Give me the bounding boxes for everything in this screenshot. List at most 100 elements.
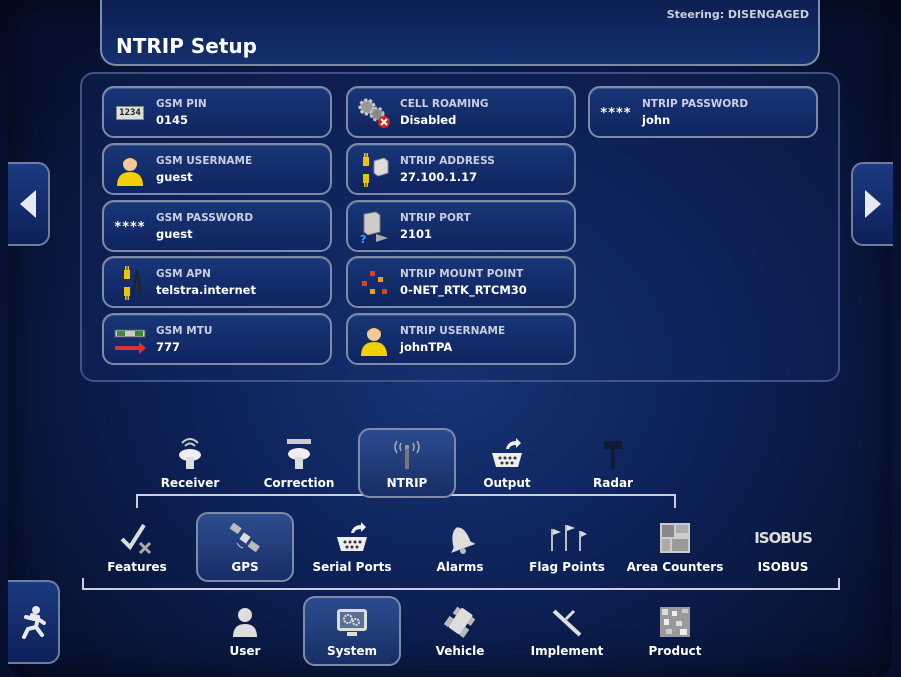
gsm-username-label: GSM USERNAME [156,155,253,167]
password-mask-icon: **** [114,219,146,235]
ntrip-username-label: NTRIP USERNAME [400,325,506,337]
tab-radar-label: Radar [593,476,633,490]
running-man-icon [22,606,46,639]
isobus-logo-icon: ISOBUS [754,529,813,547]
user-silhouette-icon [231,604,259,640]
tab-ntrip[interactable]: NTRIP [358,428,456,498]
tab-system-label: System [327,644,377,658]
tab-flag-points[interactable]: Flag Points [518,514,616,584]
gsm-pin-label: GSM PIN [156,98,207,110]
tab-radar[interactable]: Radar [564,430,662,500]
page-title: NTRIP Setup [116,34,257,58]
features-check-icon [120,520,154,556]
user-icon [112,153,148,187]
gsm-password-tile[interactable]: **** GSM PASSWORD guest [102,200,332,252]
ntrip-username-value: johnTPA [400,340,453,354]
tab-isobus[interactable]: ISOBUS ISOBUS [734,514,832,584]
cell-roaming-label: CELL ROAMING [400,98,489,110]
tab-features[interactable]: Features [88,514,186,584]
tab-flag-points-label: Flag Points [529,560,605,574]
run-screen-button[interactable] [8,580,60,664]
ntrip-address-tile[interactable]: NTRIP ADDRESS 27.100.1.17 [346,143,576,195]
arrow-left-icon [20,190,36,218]
ntrip-address-label: NTRIP ADDRESS [400,155,495,167]
tab-user[interactable]: User [196,598,294,668]
gsm-mtu-label: GSM MTU [156,325,213,337]
product-texture-icon [658,604,692,640]
ntrip-address-value: 27.100.1.17 [400,170,478,184]
gears-disabled-icon [356,96,392,130]
server-plug-icon [356,153,392,187]
radar-icon [600,436,626,472]
cell-roaming-value: Disabled [400,113,457,127]
tab-area-counters-label: Area Counters [626,560,724,574]
satellite-icon [227,520,263,556]
network-plug-icon [112,266,148,300]
tab-product-label: Product [648,644,702,658]
gsm-pin-tile[interactable]: 1234 GSM PIN 0145 [102,86,332,138]
ntrip-port-tile[interactable]: ? NTRIP PORT 2101 [346,200,576,252]
system-tab-connector [82,588,840,590]
ntrip-password-label: NTRIP PASSWORD [642,98,749,110]
gps-tab-connector [136,494,138,508]
tab-output[interactable]: Output [458,430,556,500]
tab-ntrip-label: NTRIP [386,476,428,490]
tab-vehicle-label: Vehicle [435,644,485,658]
ntrip-password-tile[interactable]: **** NTRIP PASSWORD john [588,86,818,138]
tab-alarms[interactable]: Alarms [411,514,509,584]
cell-roaming-tile[interactable]: CELL ROAMING Disabled [346,86,576,138]
server-port-icon: ? [356,210,392,244]
arrow-right-icon [865,190,881,218]
previous-page-button[interactable] [8,162,50,246]
tab-output-label: Output [483,476,531,490]
tab-implement[interactable]: Implement [518,598,616,668]
data-transfer-icon [112,323,148,357]
password-mask-icon: **** [600,105,632,121]
tab-receiver[interactable]: Receiver [141,430,239,500]
tab-correction[interactable]: Correction [250,430,348,500]
tab-gps[interactable]: GPS [196,512,294,582]
system-tab-connector [838,578,840,590]
area-grid-icon [658,520,692,556]
gsm-mtu-value: 777 [156,340,181,354]
gsm-apn-value: telstra.internet [156,283,256,297]
network-nodes-icon [356,266,392,300]
tab-vehicle[interactable]: Vehicle [411,598,509,668]
keypad-icon: 1234 [112,96,148,130]
system-tab-connector [82,578,84,590]
tab-serial-ports[interactable]: Serial Ports [303,514,401,584]
tab-receiver-label: Receiver [160,476,220,490]
receiver-antenna-icon [177,436,203,472]
flags-icon [547,520,587,556]
next-page-button[interactable] [851,162,893,246]
tractor-icon [443,604,477,640]
gsm-password-value: guest [156,227,193,241]
ntrip-username-tile[interactable]: NTRIP USERNAME johnTPA [346,313,576,365]
tab-serial-ports-label: Serial Ports [312,560,392,574]
tab-product[interactable]: Product [626,598,724,668]
tab-alarms-label: Alarms [436,560,484,574]
ntrip-port-value: 2101 [400,227,433,241]
tab-system[interactable]: System [303,596,401,666]
svg-text:?: ? [360,233,366,244]
tab-area-counters[interactable]: Area Counters [626,514,724,584]
ntrip-mount-point-tile[interactable]: NTRIP MOUNT POINT 0-NET_RTK_RTCM30 [346,256,576,308]
gsm-apn-tile[interactable]: GSM APN telstra.internet [102,256,332,308]
gsm-mtu-tile[interactable]: GSM MTU 777 [102,313,332,365]
gsm-apn-label: GSM APN [156,268,211,280]
bell-icon [445,520,475,556]
gsm-username-value: guest [156,170,193,184]
ntrip-mount-point-value: 0-NET_RTK_RTCM30 [400,283,527,297]
tab-correction-label: Correction [263,476,335,490]
tab-features-label: Features [107,560,167,574]
tab-gps-label: GPS [231,560,259,574]
user-icon [356,323,392,357]
ntrip-password-value: john [642,113,671,127]
ntrip-antenna-icon [389,436,425,472]
system-monitor-icon [335,604,369,640]
tab-isobus-label: ISOBUS [757,560,809,574]
implement-boom-icon [550,604,584,640]
gsm-username-tile[interactable]: GSM USERNAME guest [102,143,332,195]
ntrip-mount-point-label: NTRIP MOUNT POINT [400,268,524,280]
serial-output-icon [490,436,524,472]
